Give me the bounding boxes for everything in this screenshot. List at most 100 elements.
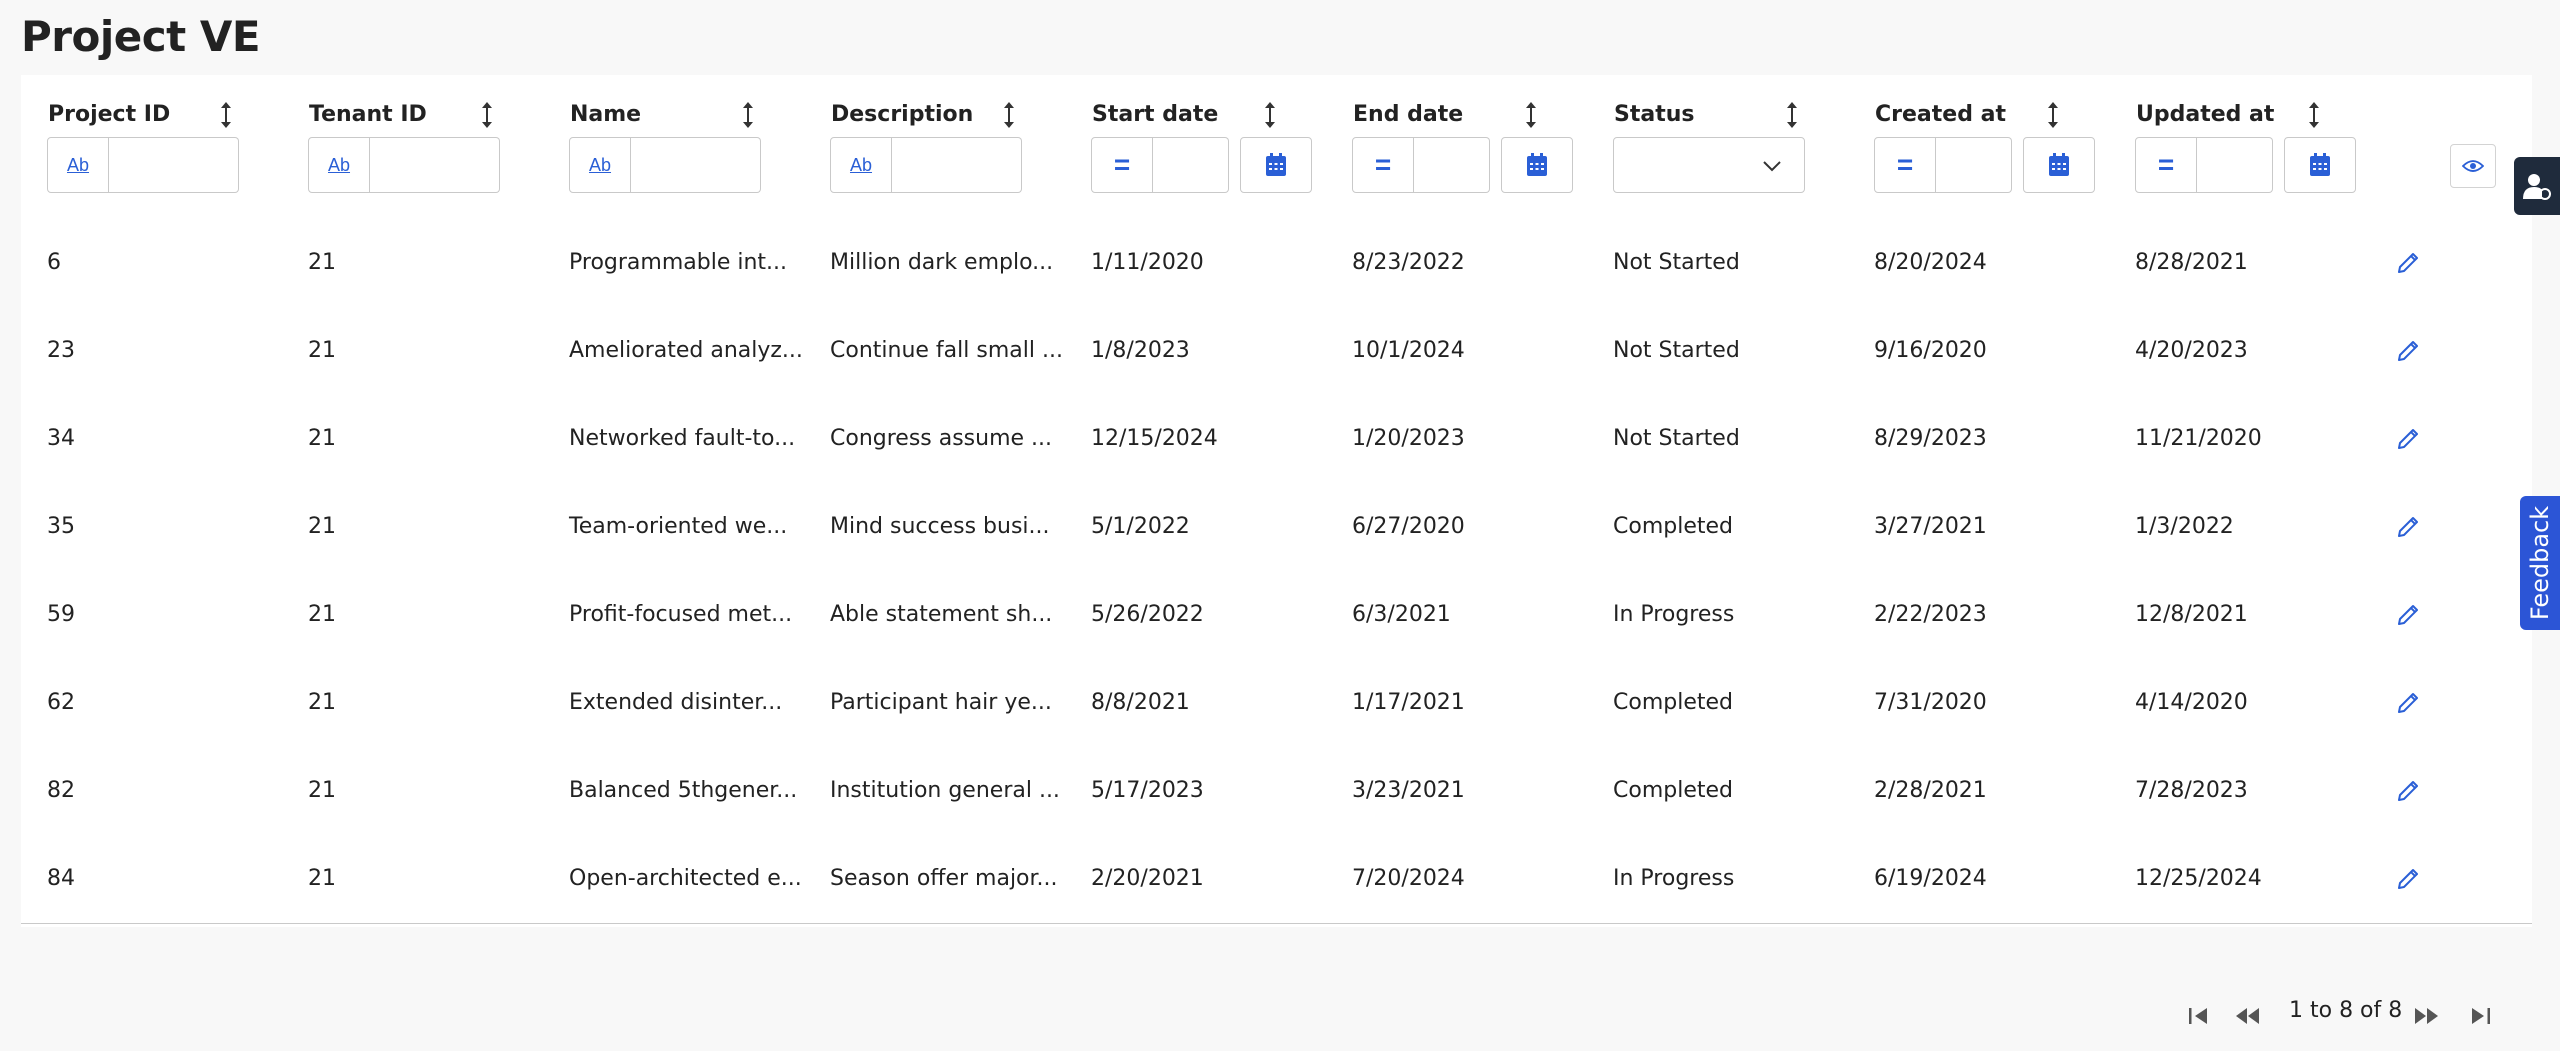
- calendar-button[interactable]: [1501, 137, 1573, 193]
- status-filter-select[interactable]: [1613, 137, 1805, 193]
- filter-type-button[interactable]: Ab: [308, 137, 370, 193]
- cell-updated-at: 12/8/2021: [2135, 602, 2248, 627]
- equals-icon: =: [1896, 149, 1914, 180]
- filter-type-button[interactable]: Ab: [830, 137, 892, 193]
- filter-type-button[interactable]: =: [2135, 137, 2197, 193]
- pencil-icon[interactable]: [2396, 865, 2422, 891]
- cell-start-date: 5/1/2022: [1091, 514, 1190, 539]
- cell-updated-at: 8/28/2021: [2135, 250, 2248, 275]
- cell-created-at: 2/22/2023: [1874, 602, 1987, 627]
- cell-tenant-id: 21: [308, 426, 336, 451]
- table-row[interactable]: 59 21 Profit-focused met... Able statement …: [21, 571, 2532, 660]
- table-row[interactable]: 82 21 Balanced 5thgener... Institution gene…: [21, 747, 2532, 836]
- cell-project-id: 35: [47, 514, 75, 539]
- cell-start-date: 1/11/2020: [1091, 250, 1204, 275]
- column-title-end-date[interactable]: End date: [1353, 102, 1463, 127]
- cell-start-date: 8/8/2021: [1091, 690, 1190, 715]
- cell-status: Completed: [1613, 690, 1733, 715]
- cell-created-at: 9/16/2020: [1874, 338, 1987, 363]
- calendar-icon: [1266, 153, 1286, 176]
- updated-at-filter-input[interactable]: [2197, 137, 2273, 193]
- pencil-icon[interactable]: [2396, 777, 2422, 803]
- filter-project-id: Ab: [47, 137, 239, 195]
- sort-arrows-icon[interactable]: [1002, 101, 1016, 129]
- cell-tenant-id: 21: [308, 778, 336, 803]
- column-title-created-at[interactable]: Created at: [1875, 102, 2006, 127]
- first-page-icon[interactable]: [2183, 1001, 2213, 1031]
- cell-end-date: 3/23/2021: [1352, 778, 1465, 803]
- column-title-updated-at[interactable]: Updated at: [2136, 102, 2274, 127]
- filter-type-button[interactable]: Ab: [47, 137, 109, 193]
- name-filter-input[interactable]: [631, 137, 761, 193]
- feedback-tab[interactable]: Feedback: [2520, 496, 2560, 630]
- end-date-filter-input[interactable]: [1414, 137, 1490, 193]
- column-title-name[interactable]: Name: [570, 102, 641, 127]
- project-id-filter-input[interactable]: [109, 137, 239, 193]
- created-at-filter-input[interactable]: [1936, 137, 2012, 193]
- calendar-button[interactable]: [2284, 137, 2356, 193]
- sort-arrows-icon[interactable]: [2307, 101, 2321, 129]
- sort-arrows-icon[interactable]: [1524, 101, 1538, 129]
- description-filter-input[interactable]: [892, 137, 1022, 193]
- start-date-filter-input[interactable]: [1153, 137, 1229, 193]
- sort-arrows-icon[interactable]: [480, 101, 494, 129]
- column-title-status[interactable]: Status: [1614, 102, 1694, 127]
- calendar-button[interactable]: [1240, 137, 1312, 193]
- table-row[interactable]: 23 21 Ameliorated analyz... Continue fall s…: [21, 307, 2532, 396]
- column-title-description[interactable]: Description: [831, 102, 973, 127]
- sort-arrows-icon[interactable]: [219, 101, 233, 129]
- column-title-tenant-id[interactable]: Tenant ID: [309, 102, 427, 127]
- pencil-icon[interactable]: [2396, 689, 2422, 715]
- column-title-project-id[interactable]: Project ID: [48, 102, 170, 127]
- cell-end-date: 6/3/2021: [1352, 602, 1451, 627]
- filter-type-button[interactable]: =: [1874, 137, 1936, 193]
- previous-page-icon[interactable]: [2232, 1001, 2262, 1031]
- cell-description: Institution general ...: [830, 778, 1060, 803]
- next-page-icon[interactable]: [2412, 1001, 2442, 1031]
- sort-arrows-icon[interactable]: [2046, 101, 2060, 129]
- last-page-icon[interactable]: [2466, 1001, 2496, 1031]
- filter-description: Ab: [830, 137, 1022, 195]
- pencil-icon[interactable]: [2396, 601, 2422, 627]
- table-row[interactable]: 84 21 Open-architected e... Season offer ma…: [21, 835, 2532, 924]
- cell-created-at: 8/29/2023: [1874, 426, 1987, 451]
- pencil-icon[interactable]: [2396, 425, 2422, 451]
- column-header-description: Description Ab: [804, 75, 1065, 219]
- sort-arrows-icon[interactable]: [741, 101, 755, 129]
- cell-description: Million dark emplo...: [830, 250, 1054, 275]
- cell-created-at: 6/19/2024: [1874, 866, 1987, 891]
- grid-header: Project ID Ab Tenant ID Ab Name Ab Descr…: [21, 75, 2532, 220]
- cell-created-at: 3/27/2021: [1874, 514, 1987, 539]
- text-filter-icon: Ab: [588, 154, 612, 175]
- filter-type-button[interactable]: =: [1352, 137, 1414, 193]
- calendar-icon: [1527, 153, 1547, 176]
- calendar-button[interactable]: [2023, 137, 2095, 193]
- column-header-end-date: End date =: [1326, 75, 1587, 219]
- filter-type-button[interactable]: Ab: [569, 137, 631, 193]
- page-title: Project VE: [21, 12, 261, 61]
- cell-project-id: 84: [47, 866, 75, 891]
- pencil-icon[interactable]: [2396, 337, 2422, 363]
- column-visibility-button[interactable]: [2450, 144, 2496, 188]
- pencil-icon[interactable]: [2396, 249, 2422, 275]
- filter-type-button[interactable]: =: [1091, 137, 1153, 193]
- table-row[interactable]: 62 21 Extended disinter... Participant hair…: [21, 659, 2532, 748]
- user-settings-tab[interactable]: [2514, 157, 2560, 215]
- equals-icon: =: [1374, 149, 1392, 180]
- table-row[interactable]: 35 21 Team-oriented we... Mind success busi…: [21, 483, 2532, 572]
- chevron-down-icon: [1763, 161, 1781, 172]
- filter-end-date: =: [1352, 137, 1490, 195]
- sort-arrows-icon[interactable]: [1263, 101, 1277, 129]
- text-filter-icon: Ab: [66, 154, 90, 175]
- cell-tenant-id: 21: [308, 514, 336, 539]
- cell-end-date: 8/23/2022: [1352, 250, 1465, 275]
- tenant-id-filter-input[interactable]: [370, 137, 500, 193]
- sort-arrows-icon[interactable]: [1785, 101, 1799, 129]
- column-header-name: Name Ab: [543, 75, 804, 219]
- pencil-icon[interactable]: [2396, 513, 2422, 539]
- column-title-start-date[interactable]: Start date: [1092, 102, 1218, 127]
- table-row[interactable]: 34 21 Networked fault-to... Congress assume…: [21, 395, 2532, 484]
- feedback-label: Feedback: [2526, 505, 2554, 621]
- filter-created-at: =: [1874, 137, 2012, 195]
- table-row[interactable]: 6 21 Programmable int... Million dark emplo…: [21, 219, 2532, 308]
